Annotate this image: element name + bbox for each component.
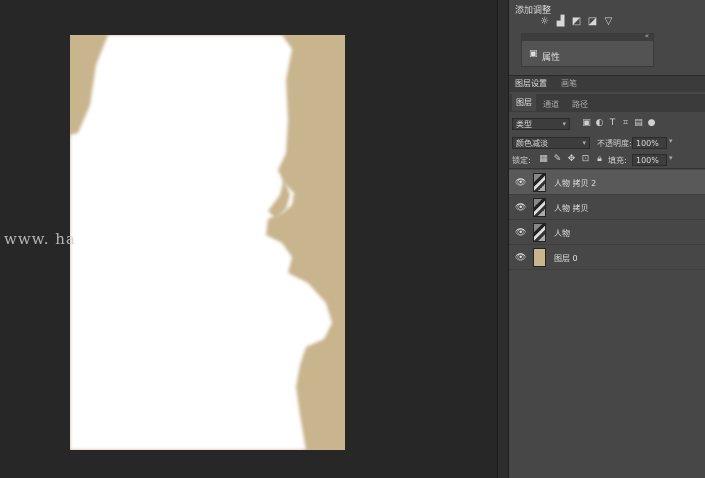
type-filter-icon[interactable]: T [608, 118, 617, 128]
lock-all-icon[interactable]: 🔒︎ [595, 154, 604, 164]
layer-row[interactable]: 👁︎ 图层 0 [509, 245, 705, 270]
filter-icons: ▣ ◐ T ⌗ ▤ ● [582, 118, 656, 128]
fill-value: 100% [636, 156, 659, 165]
lock-row: 锁定: ▦ ✎ ✥ ⊡ 🔒︎ 填充: 100% ▾ [512, 154, 702, 168]
lock-label: 锁定: [512, 156, 531, 165]
eye-icon[interactable]: 👁︎ [515, 178, 526, 188]
eye-icon[interactable]: 👁︎ [515, 253, 526, 263]
eye-icon[interactable]: 👁︎ [515, 228, 526, 238]
toggle-filter-icon[interactable]: ● [647, 118, 656, 128]
top-tab-bar: 图层设置 画笔 [509, 75, 705, 92]
document-canvas[interactable] [70, 35, 345, 450]
white-silhouette-shape [70, 35, 332, 450]
layer-thumbnail [533, 198, 546, 217]
properties-title-bar[interactable]: « [522, 32, 653, 41]
layer-thumbnail [533, 223, 546, 242]
blend-mode-value: 颜色减淡 [516, 139, 548, 148]
document-artwork [70, 35, 332, 450]
lock-icons: ▦ ✎ ✥ ⊡ 🔒︎ [539, 154, 604, 164]
opacity-dropdown-icon[interactable]: ▾ [669, 137, 673, 145]
layer-thumbnail [533, 173, 546, 192]
canvas-area[interactable]: www. ha [0, 0, 497, 478]
opacity-input[interactable]: 100% [632, 137, 667, 149]
adjustments-icons: ☼ ▟ ◩ ◪ ▽ [539, 17, 614, 27]
right-panel: 添加调整 ☼ ▟ ◩ ◪ ▽ « ▣ 属性 图层设置 画笔 图层 通道 路径 类… [509, 0, 705, 478]
watermark-text: www. ha [4, 230, 76, 248]
filter-kind-select[interactable]: 类型 ▾ [512, 118, 570, 130]
properties-panel: « ▣ 属性 [521, 32, 654, 67]
image-filter-icon[interactable]: ▣ [582, 118, 591, 128]
exposure-icon[interactable]: ◪ [587, 17, 598, 27]
filter-row: 类型 ▾ ▣ ◐ T ⌗ ▤ ● [512, 118, 702, 132]
layers-tab-bar: 图层 通道 路径 [509, 94, 705, 112]
fill-input[interactable]: 100% [632, 154, 667, 166]
levels-icon[interactable]: ▟ [555, 17, 566, 27]
blend-row: 颜色减淡 ▾ 不透明度: 100% ▾ [512, 137, 702, 151]
layer-row[interactable]: 👁︎ 人物 拷贝 [509, 195, 705, 220]
brightness-icon[interactable]: ☼ [539, 17, 550, 27]
tab-layers[interactable]: 图层 [512, 94, 536, 111]
lock-move-icon[interactable]: ✥ [567, 154, 576, 164]
layer-thumbnail [533, 248, 546, 267]
tab-brush[interactable]: 画笔 [561, 78, 577, 89]
properties-label[interactable]: 属性 [542, 50, 560, 63]
layer-name[interactable]: 人物 拷贝 [554, 203, 589, 214]
layer-name[interactable]: 人物 [554, 228, 570, 239]
chevron-down-icon: ▾ [562, 120, 566, 128]
layer-name[interactable]: 图层 0 [554, 253, 578, 264]
gradient-triangle-icon[interactable]: ▽ [603, 17, 614, 27]
smart-object-filter-icon[interactable]: ▤ [634, 118, 643, 128]
layer-row[interactable]: 👁︎ 人物 拷贝 2 [509, 170, 705, 195]
tab-paths[interactable]: 路径 [572, 99, 588, 110]
fill-dropdown-icon[interactable]: ▾ [669, 154, 673, 162]
layers-separator [509, 168, 705, 169]
fill-label: 填充: [608, 156, 627, 165]
layer-row[interactable]: 👁︎ 人物 [509, 220, 705, 245]
properties-icon[interactable]: ▣ [529, 50, 538, 59]
lock-artboard-icon[interactable]: ⊡ [581, 154, 590, 164]
collapse-glyph[interactable]: « [645, 32, 649, 40]
lock-brush-icon[interactable]: ✎ [553, 154, 562, 164]
opacity-value: 100% [636, 139, 659, 148]
opacity-label: 不透明度: [597, 139, 632, 148]
eye-icon[interactable]: 👁︎ [515, 203, 526, 213]
curves-icon[interactable]: ◩ [571, 17, 582, 27]
chevron-down-icon: ▾ [582, 139, 586, 147]
lock-transparent-icon[interactable]: ▦ [539, 154, 548, 164]
shape-filter-icon[interactable]: ⌗ [621, 118, 630, 128]
panel-divider[interactable] [497, 0, 509, 478]
adjustments-title: 添加调整 [515, 6, 552, 16]
layer-name[interactable]: 人物 拷贝 2 [554, 178, 596, 189]
adjustment-filter-icon[interactable]: ◐ [595, 118, 604, 128]
tab-layer-settings[interactable]: 图层设置 [515, 78, 547, 89]
tab-channels[interactable]: 通道 [543, 99, 559, 110]
blend-mode-select[interactable]: 颜色减淡 ▾ [512, 137, 590, 149]
filter-kind-value: 类型 [516, 120, 532, 129]
